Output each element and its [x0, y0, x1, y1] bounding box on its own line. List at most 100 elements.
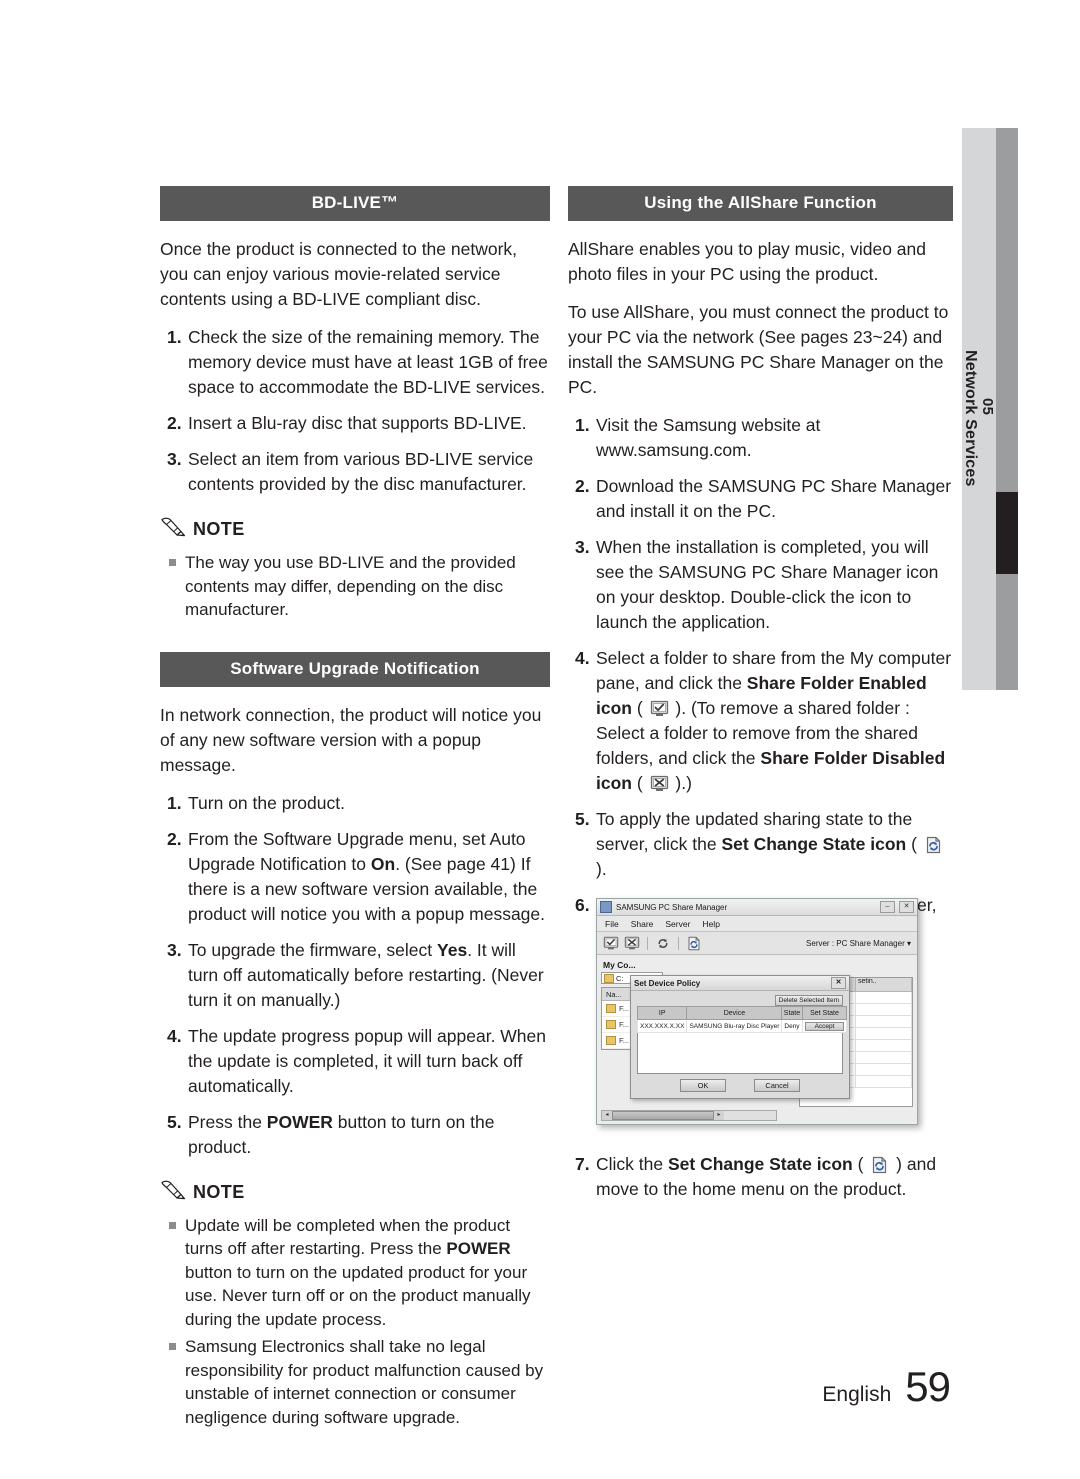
bullet-icon	[160, 1335, 185, 1429]
step-number: 3.	[575, 537, 590, 557]
step-number: 2.	[575, 476, 590, 496]
horizontal-scrollbar[interactable]: ◂ ▸	[601, 1110, 777, 1121]
cell-device: SAMSUNG Blu-ray Disc Player	[686, 1019, 783, 1033]
step-text: Check the size of the remaining memory. …	[188, 327, 548, 397]
bd-live-note-list: The way you use BD-LIVE and the provided…	[160, 551, 550, 622]
screenshot-toolbar: Server : PC Share Manager ▾	[597, 932, 917, 955]
chapter-bar-active	[996, 492, 1018, 574]
footer-language: English	[822, 1383, 892, 1406]
allshare-step-7-wrapper: 7. Click the Set Change State icon ( ) a…	[568, 1152, 953, 1213]
scrollbar-thumb[interactable]	[612, 1111, 714, 1120]
step-number: 2.	[167, 413, 182, 433]
note-text: The way you use BD-LIVE and the provided…	[185, 553, 516, 619]
list-item: 5. Press the POWER button to turn on the…	[160, 1110, 550, 1160]
step-number: 4.	[167, 1025, 182, 1046]
dialog-close-button[interactable]: ✕	[831, 977, 846, 989]
dialog-body: Delete Selected Item IP Device State Set…	[631, 991, 849, 1096]
menu-item-file[interactable]: File	[605, 919, 619, 929]
chapter-side-tab: 05 Network Services	[962, 128, 996, 690]
accept-button[interactable]: Accept	[804, 1021, 845, 1031]
scroll-left-icon[interactable]: ◂	[602, 1111, 612, 1120]
bullet-icon	[160, 551, 185, 622]
table-header-row: IP Device State Set State	[636, 1006, 848, 1020]
step-number: 1.	[575, 415, 590, 435]
software-upgrade-note-list: Update will be completed when the produc…	[160, 1214, 550, 1430]
cell-set-state: Accept	[801, 1019, 848, 1033]
note-title: NOTE	[193, 1181, 245, 1202]
list-item: 4. Select a folder to share from the My …	[568, 646, 953, 796]
step-text: Turn on the product.	[188, 792, 345, 813]
screenshot-body: My Co... C: Na... F... F... F... setin..	[597, 955, 917, 1124]
list-item: 7. Click the Set Change State icon ( ) a…	[568, 1152, 953, 1202]
right-column: Using the AllShare Function AllShare ena…	[568, 186, 953, 979]
software-upgrade-steps: 1. Turn on the product. 2. From the Soft…	[160, 791, 550, 1160]
minimize-button[interactable]: –	[880, 901, 895, 913]
column-header-state: State	[781, 1006, 803, 1020]
column-header-device: Device	[686, 1006, 783, 1020]
dialog-footer: OK Cancel	[637, 1079, 843, 1092]
window-title: SAMSUNG PC Share Manager	[616, 902, 728, 912]
step-number: 6.	[575, 895, 590, 915]
column-header-ip: IP	[636, 1006, 688, 1020]
screenshot-menubar: File Share Server Help	[597, 916, 917, 932]
list-item: The way you use BD-LIVE and the provided…	[160, 551, 550, 622]
step-text: Select a folder to share from the My com…	[596, 648, 952, 793]
list-item: 4. The update progress popup will appear…	[160, 1024, 550, 1099]
folder-icon	[606, 1020, 616, 1029]
share-folder-enabled-icon[interactable]	[603, 936, 619, 951]
cell-ip: XXX.XXX.X.XX	[636, 1019, 688, 1033]
menu-item-share[interactable]: Share	[631, 919, 654, 929]
screenshot-titlebar: SAMSUNG PC Share Manager – ✕	[597, 899, 917, 916]
list-item: 2. Download the SAMSUNG PC Share Manager…	[568, 474, 953, 524]
step-number: 1.	[167, 792, 182, 813]
scroll-right-icon[interactable]: ▸	[714, 1111, 724, 1120]
set-device-policy-dialog: Set Device Policy ✕ Delete Selected Item…	[630, 975, 850, 1099]
section-heading-software-upgrade: Software Upgrade Notification	[160, 651, 550, 687]
step-number: 7.	[575, 1154, 590, 1174]
step-text: Insert a Blu-ray disc that supports BD-L…	[188, 413, 527, 433]
step-text: To upgrade the firmware, select Yes. It …	[188, 939, 544, 1010]
bd-live-steps: 1. Check the size of the remaining memor…	[160, 325, 550, 497]
delete-selected-item-button[interactable]: Delete Selected Item	[774, 995, 843, 1006]
step-number: 1.	[167, 327, 182, 347]
list-item: 5. To apply the updated sharing state to…	[568, 807, 953, 882]
cell-state: Deny	[781, 1019, 803, 1033]
left-column: BD-LIVE™ Once the product is connected t…	[160, 186, 550, 1433]
step-text: To apply the updated sharing state to th…	[596, 807, 953, 882]
chapter-label: Network Services	[962, 349, 979, 487]
server-selector[interactable]: Server : PC Share Manager ▾	[806, 939, 911, 948]
folder-icon	[606, 1004, 616, 1013]
page-number: 59	[905, 1363, 951, 1410]
list-item: Update will be completed when the produc…	[160, 1214, 550, 1332]
step-number: 2.	[167, 828, 182, 849]
device-policy-table: IP Device State Set State XXX.XXX.X.XX S…	[636, 1006, 848, 1033]
table-empty-area	[637, 1033, 843, 1074]
manual-page: 05 Network Services BD-LIVE™ Once the pr…	[0, 0, 1080, 1479]
pc-share-manager-screenshot: SAMSUNG PC Share Manager – ✕ File Share …	[596, 898, 918, 1125]
drive-value: C:	[616, 973, 624, 983]
table-row[interactable]: XXX.XXX.X.XX SAMSUNG Blu-ray Disc Player…	[636, 1019, 848, 1033]
step-text: From the Software Upgrade menu, set Auto…	[188, 828, 546, 924]
list-item: Samsung Electronics shall take no legal …	[160, 1335, 550, 1429]
menu-item-help[interactable]: Help	[702, 919, 719, 929]
note-text: Samsung Electronics shall take no legal …	[185, 1337, 544, 1427]
step-number: 3.	[167, 449, 182, 469]
list-item: 2. Insert a Blu-ray disc that supports B…	[160, 411, 550, 436]
cancel-button[interactable]: Cancel	[754, 1079, 800, 1092]
set-change-state-icon[interactable]	[686, 936, 702, 951]
note-text: Update will be completed when the produc…	[185, 1215, 531, 1329]
section-heading-allshare: Using the AllShare Function	[568, 186, 953, 221]
step-number: 3.	[167, 939, 182, 960]
step-number: 5.	[575, 809, 590, 829]
step-text: Select an item from various BD-LIVE serv…	[188, 449, 534, 494]
share-folder-disabled-icon[interactable]	[624, 936, 640, 951]
step-text: Visit the Samsung website at www.samsung…	[596, 415, 821, 460]
pencil-note-icon	[160, 1180, 186, 1205]
note-title: NOTE	[193, 519, 245, 539]
ok-button[interactable]: OK	[680, 1079, 726, 1092]
close-button[interactable]: ✕	[899, 901, 914, 913]
pencil-note-icon	[160, 517, 186, 542]
allshare-intro-2: To use AllShare, you must connect the pr…	[568, 302, 949, 397]
refresh-icon[interactable]	[655, 936, 671, 951]
menu-item-server[interactable]: Server	[665, 919, 690, 929]
